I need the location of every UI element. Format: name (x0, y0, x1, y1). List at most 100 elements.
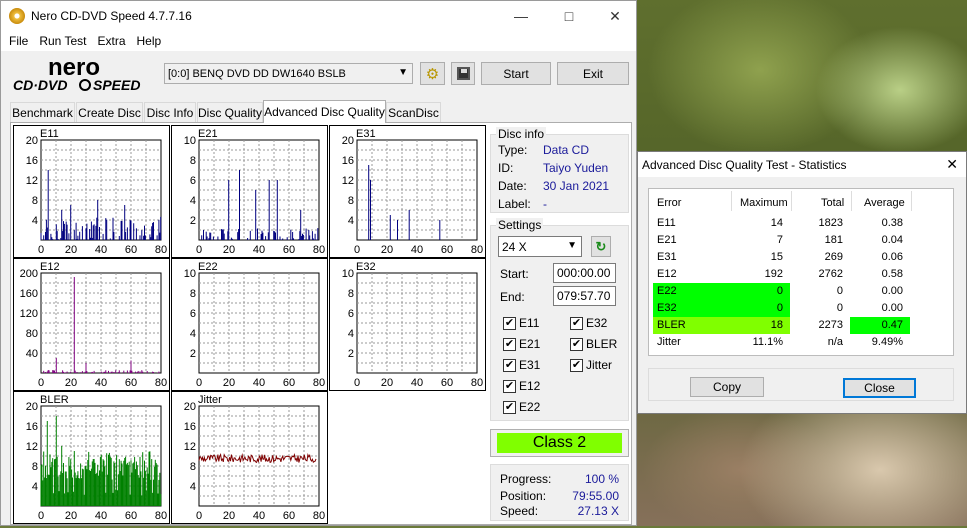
y-tick-label: 8 (190, 288, 196, 300)
chart-title: E11 (40, 128, 59, 140)
label-value: - (543, 197, 547, 211)
x-tick-label: 20 (381, 377, 393, 389)
stat-max: 14 (770, 217, 783, 229)
chart-title: BLER (40, 394, 69, 406)
x-tick-label: 80 (155, 244, 167, 256)
stat-name: E32 (657, 302, 677, 314)
checkbox-e32[interactable]: ✔ E32 (570, 316, 607, 330)
speed-select[interactable]: 24 X ▼ (498, 236, 582, 257)
x-tick-label: 20 (223, 510, 235, 522)
speed-label: Speed: (500, 504, 539, 518)
y-tick-label: 8 (32, 461, 38, 473)
checkbox-e12[interactable]: ✔ E12 (503, 379, 540, 393)
y-tick-label: 10 (342, 268, 354, 280)
start-button[interactable]: Start (481, 62, 551, 85)
stat-avg: 0.04 (881, 234, 903, 246)
chart-svg: 1086420 20 40 60 80E22 (184, 261, 325, 389)
class-badge-frame: Class 2 (490, 429, 629, 457)
y-tick-label: 4 (190, 328, 196, 340)
y-tick-label: 16 (184, 421, 196, 433)
end-field[interactable]: 079:57.70 (553, 286, 616, 306)
chart-svg: 1086420 20 40 60 80E32 (342, 261, 483, 389)
checkbox-e11[interactable]: ✔ E11 (503, 316, 539, 330)
menu-run-test[interactable]: Run Test (39, 34, 86, 48)
maximize-button[interactable]: □ (546, 1, 592, 31)
drive-select[interactable]: [0:0] BENQ DVD DD DW1640 BSLB ▼ (164, 63, 413, 84)
x-tick-label: 80 (313, 510, 325, 522)
checkbox-bler[interactable]: ✔ BLER (570, 337, 617, 351)
stat-avg: 9.49% (871, 336, 903, 348)
header-divider-1 (731, 191, 732, 211)
chart-svg: 1086420 20 40 60 80E21 (184, 128, 325, 256)
y-tick-label: 4 (348, 328, 354, 340)
tab-disc-info[interactable]: Disc Info (144, 102, 196, 122)
x-tick-label: 40 (95, 377, 107, 389)
stats-row-e32: E32 0 0 0.00 (649, 300, 953, 317)
y-tick-label: 12 (26, 441, 38, 453)
stat-name: E11 (657, 217, 676, 229)
drive-config-button[interactable]: ⚙ (420, 62, 445, 85)
speed-value: 27.13 X (577, 504, 619, 518)
close-icon[interactable]: ✕ (946, 156, 958, 173)
settings-label: Settings (496, 218, 544, 232)
x-tick-label: 60 (283, 377, 295, 389)
checkbox-jitter[interactable]: ✔ Jitter (570, 358, 612, 372)
y-tick-label: 4 (32, 481, 38, 493)
position-value: 79:55.00 (572, 489, 619, 503)
id-label: ID: (498, 161, 514, 175)
y-tick-label: 2 (190, 348, 196, 360)
stat-name: E21 (657, 234, 677, 246)
refresh-speed-button[interactable]: ↻ (591, 236, 611, 257)
menu-extra[interactable]: Extra (97, 34, 125, 48)
stat-total: 269 (824, 251, 843, 263)
y-tick-label: 8 (348, 288, 354, 300)
header-total: Total (821, 197, 845, 209)
stats-titlebar[interactable]: Advanced Disc Quality Test - Statistics … (638, 152, 966, 177)
tab-disc-quality[interactable]: Disc Quality (197, 102, 263, 122)
tab-create-disc[interactable]: Create Disc (76, 102, 143, 122)
menu-file[interactable]: File (9, 34, 28, 48)
chart-e12: 200 160 120 80 40 0 20 40 60 80 E12 (13, 258, 170, 391)
end-label: End: (500, 290, 525, 304)
app-icon (9, 8, 25, 24)
y-tick-label: 10 (184, 268, 196, 280)
x-tick-label: 20 (65, 510, 77, 522)
y-tick-label: 40 (26, 348, 38, 360)
header-error: Error (657, 197, 682, 209)
minimize-button[interactable]: — (498, 1, 544, 31)
x-tick-label: 60 (441, 377, 453, 389)
x-tick-label: 80 (471, 244, 483, 256)
chart-svg: 201612840 20 40 60 80BLER (26, 394, 167, 522)
menu-help[interactable]: Help (137, 34, 162, 48)
x-tick-label: 0 (196, 510, 202, 522)
y-tick-label: 2 (190, 215, 196, 227)
main-window-title: Nero CD-DVD Speed 4.7.7.16 (31, 9, 192, 23)
checkbox-e21[interactable]: ✔ E21 (503, 337, 540, 351)
checkbox-e31[interactable]: ✔ E31 (503, 358, 540, 372)
close-window-button[interactable]: ✕ (592, 1, 638, 31)
stat-avg: 0.47 (881, 319, 903, 331)
exit-button[interactable]: Exit (557, 62, 629, 85)
type-label: Type: (498, 143, 528, 157)
check-icon: ✔ (503, 358, 516, 372)
copy-button[interactable]: Copy (690, 377, 764, 397)
start-field[interactable]: 000:00.00 (553, 263, 616, 283)
settings-group: Settings 24 X ▼ ↻ Start: 000:00.00 End: … (490, 218, 629, 421)
close-button[interactable]: Close (843, 378, 916, 398)
tab-scandisc[interactable]: ScanDisc (386, 102, 441, 122)
tab-advanced-disc-quality[interactable]: Advanced Disc Quality (263, 100, 386, 123)
header-divider-3 (851, 191, 852, 211)
y-tick-label: 20 (342, 135, 354, 147)
y-tick-label: 2 (348, 348, 354, 360)
check-icon: ✔ (570, 337, 583, 351)
stats-row-bler: BLER 18 2273 0.47 (649, 317, 953, 334)
save-button[interactable] (451, 62, 475, 85)
date-value: 30 Jan 2021 (543, 179, 610, 193)
main-titlebar[interactable]: Nero CD-DVD Speed 4.7.7.16 — □ ✕ (1, 1, 636, 31)
stat-avg: 0.58 (881, 268, 903, 280)
id-value: Taiyo Yuden (543, 161, 609, 175)
tab-benchmark[interactable]: Benchmark (10, 102, 75, 122)
stat-total: n/a (827, 336, 843, 348)
stat-max: 18 (770, 319, 783, 331)
checkbox-e22[interactable]: ✔ E22 (503, 400, 540, 414)
